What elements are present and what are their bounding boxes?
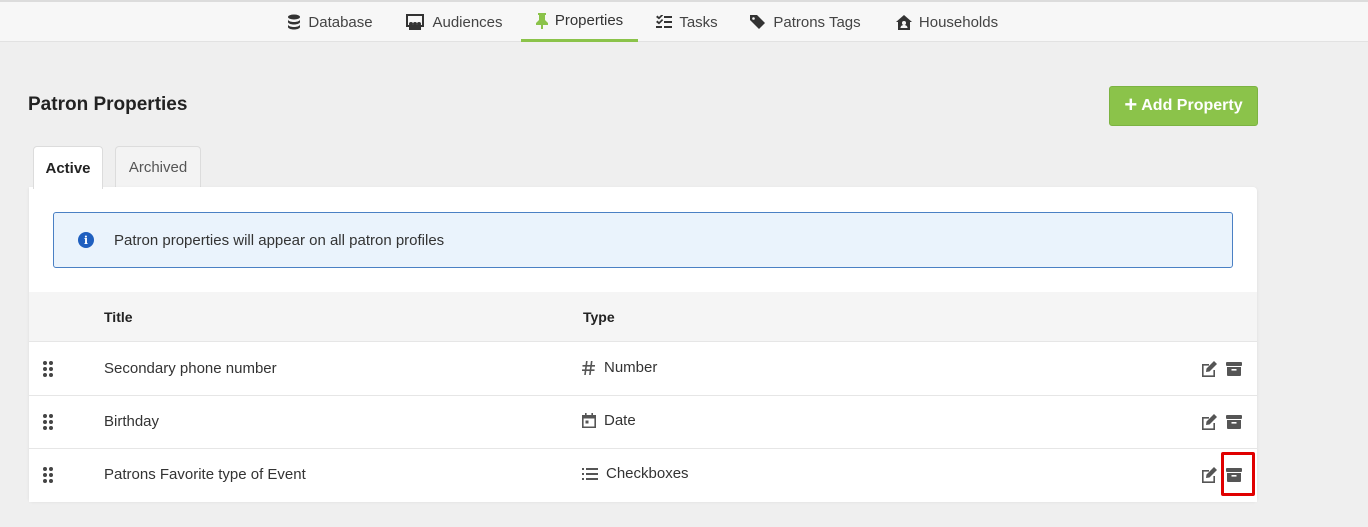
property-type-label: Date xyxy=(604,412,636,429)
archive-icon[interactable] xyxy=(1225,413,1243,431)
info-text: Patron properties will appear on all pat… xyxy=(114,231,445,249)
nav-label-households: Households xyxy=(918,13,999,31)
page-title: Patron Properties xyxy=(28,94,188,115)
edit-icon[interactable] xyxy=(1200,466,1218,484)
tab-archived[interactable]: Archived xyxy=(115,146,201,188)
table-header: Title Type xyxy=(29,292,1257,342)
add-property-label: Add Property xyxy=(1141,97,1243,114)
edit-icon[interactable] xyxy=(1200,360,1218,378)
info-icon: i xyxy=(78,232,94,248)
archive-icon[interactable] xyxy=(1225,466,1243,484)
hash-icon xyxy=(582,360,596,375)
table-row: Patrons Favorite type of Event Checkboxe… xyxy=(29,449,1257,502)
properties-panel: i Patron properties will appear on all p… xyxy=(29,187,1257,502)
property-type-label: Number xyxy=(604,359,658,376)
drag-handle-icon[interactable] xyxy=(43,361,53,378)
archive-icon[interactable] xyxy=(1225,360,1243,378)
property-title: Patrons Favorite type of Event xyxy=(104,466,306,483)
database-icon xyxy=(287,14,301,30)
property-type: Date xyxy=(582,412,636,429)
nav-label-properties: Properties xyxy=(554,12,624,29)
nav-label-audiences: Audiences xyxy=(432,13,503,31)
nav-item-audiences[interactable]: Audiences xyxy=(398,2,510,42)
column-header-title: Title xyxy=(104,309,133,325)
edit-icon[interactable] xyxy=(1200,413,1218,431)
property-title: Secondary phone number xyxy=(104,360,277,377)
nav-item-households[interactable]: Households xyxy=(888,2,1006,42)
nav-item-tasks[interactable]: Tasks xyxy=(650,2,724,42)
drag-handle-icon[interactable] xyxy=(43,414,53,431)
add-property-button[interactable]: + Add Property xyxy=(1109,86,1258,126)
list-icon xyxy=(582,467,598,481)
calendar-icon xyxy=(582,413,596,428)
table-row: Birthday Date xyxy=(29,396,1257,449)
property-type-label: Checkboxes xyxy=(606,465,689,482)
tab-active[interactable]: Active xyxy=(33,146,103,189)
column-header-type: Type xyxy=(583,309,615,325)
info-banner: i Patron properties will appear on all p… xyxy=(53,212,1233,268)
tags-icon xyxy=(750,14,766,30)
nav-item-patrons-tags[interactable]: Patrons Tags xyxy=(744,2,867,42)
drag-handle-icon[interactable] xyxy=(43,467,53,484)
pin-icon xyxy=(535,12,548,29)
household-icon xyxy=(895,14,912,30)
property-title: Birthday xyxy=(104,413,160,430)
plus-icon: + xyxy=(1124,92,1138,117)
nav-item-properties[interactable]: Properties xyxy=(521,2,638,42)
table-row: Secondary phone number Number xyxy=(29,343,1257,396)
nav-label-patrons-tags: Patrons Tags xyxy=(773,13,861,31)
property-type: Number xyxy=(582,359,657,376)
nav-item-database[interactable]: Database xyxy=(280,2,380,42)
top-navigation: Database Audiences Properties Tasks Patr… xyxy=(0,0,1368,42)
audiences-icon xyxy=(405,14,425,30)
property-type: Checkboxes xyxy=(582,465,689,482)
nav-label-tasks: Tasks xyxy=(679,13,718,31)
tasks-icon xyxy=(656,15,673,29)
nav-label-database: Database xyxy=(308,13,373,31)
